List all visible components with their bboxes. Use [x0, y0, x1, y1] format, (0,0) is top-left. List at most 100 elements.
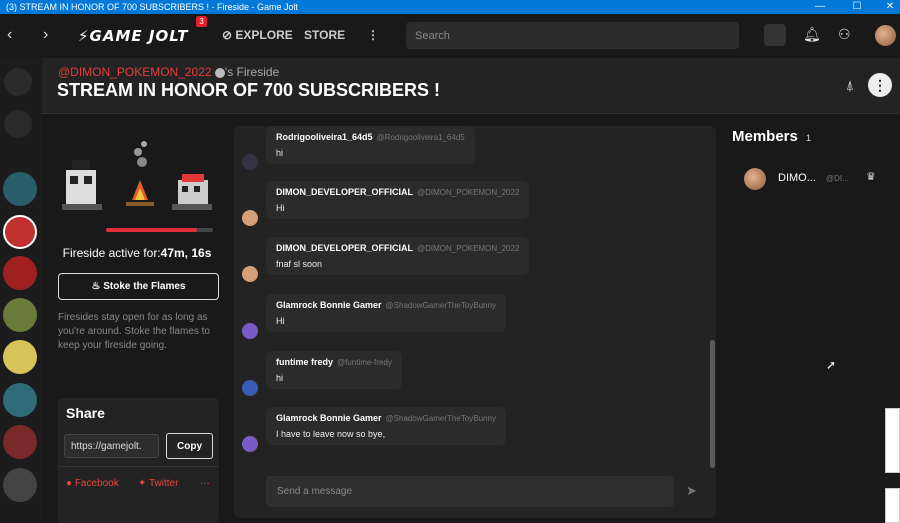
- chat-scrollbar[interactable]: [710, 340, 715, 468]
- share-more-icon[interactable]: ···: [200, 478, 210, 489]
- send-icon[interactable]: ➤: [686, 483, 697, 499]
- message-avatar[interactable]: [242, 154, 258, 170]
- explore-link[interactable]: ⊘ EXPLORE: [222, 28, 293, 42]
- message-author[interactable]: DIMON_DEVELOPER_OFFICIAL: [276, 243, 413, 253]
- message-input[interactable]: [266, 476, 674, 507]
- rail-community-icon[interactable]: [3, 340, 37, 374]
- back-icon[interactable]: ‹: [7, 26, 12, 44]
- message-author[interactable]: funtime fredy: [276, 357, 333, 367]
- members-panel: Members 1 DIMO... @DI... ♛: [716, 114, 900, 523]
- forward-icon[interactable]: ›: [43, 26, 48, 44]
- chat-message: funtime fredy @funtime-fredy hi: [266, 351, 402, 389]
- bell-icon[interactable]: 🔔︎: [803, 26, 821, 43]
- message-avatar[interactable]: [242, 436, 258, 452]
- chat-message: DIMON_DEVELOPER_OFFICIAL @DIMON_POKEMON_2…: [266, 237, 530, 275]
- rail-community-icon[interactable]: [3, 425, 37, 459]
- fireside-note: Firesides stay open for as long as you'r…: [58, 312, 210, 351]
- chat-message: DIMON_DEVELOPER_OFFICIAL @DIMON_POKEMON_2…: [266, 181, 530, 219]
- rail-library-icon[interactable]: [4, 110, 32, 138]
- facebook-icon: ●: [66, 478, 75, 489]
- message-handle: @ShadowGamerTheToyBunny: [385, 414, 496, 423]
- rail-community-icon[interactable]: [3, 172, 37, 206]
- message-avatar[interactable]: [242, 266, 258, 282]
- message-handle: @ShadowGamerTheToyBunny: [385, 301, 496, 310]
- maximize-button[interactable]: ☐: [847, 0, 867, 14]
- store-link[interactable]: STORE: [304, 28, 345, 42]
- message-author[interactable]: Glamrock Bonnie Gamer: [276, 300, 382, 310]
- message-header: Glamrock Bonnie Gamer @ShadowGamerTheToyB…: [276, 300, 496, 310]
- rail-community-icon[interactable]: [3, 215, 37, 249]
- message-text: fnaf sl soon: [276, 259, 323, 269]
- member-handle: @DI...: [826, 174, 849, 183]
- member-name[interactable]: DIMO...: [778, 172, 816, 184]
- compass-icon: ⊘: [222, 28, 236, 42]
- member-avatar[interactable]: [744, 168, 766, 190]
- message-header: DIMON_DEVELOPER_OFFICIAL @DIMON_POKEMON_2…: [276, 243, 519, 253]
- share-links: ● Facebook ✦ Twitter ···: [58, 466, 219, 500]
- rail-community-icon[interactable]: [3, 383, 37, 417]
- owner-suffix: 's Fireside: [224, 65, 280, 79]
- facebook-label: Facebook: [74, 478, 119, 489]
- fireside-owner: @DIMON_POKEMON_2022 's Fireside: [58, 65, 279, 79]
- window-title: (3) STREAM IN HONOR OF 700 SUBSCRIBERS !…: [6, 2, 299, 12]
- message-header: funtime fredy @funtime-fredy: [276, 357, 392, 367]
- members-title: Members: [732, 128, 798, 145]
- left-rail: [0, 58, 42, 523]
- rail-community-icon[interactable]: [3, 298, 37, 332]
- fireside-progress-fill: [106, 228, 197, 232]
- message-text: Hi: [276, 316, 285, 326]
- gamejolt-logo[interactable]: ⚡GAME JOLT: [78, 27, 189, 45]
- flame-icon: ♨: [91, 281, 104, 292]
- twitter-link[interactable]: ✦ Twitter: [138, 478, 178, 489]
- close-button[interactable]: ✕: [880, 0, 900, 14]
- user-avatar[interactable]: [875, 25, 896, 46]
- chat-message-list: Rodrigooliveira1_64d5 @Rodrigooliveira1_6…: [234, 126, 716, 463]
- chat-message: Glamrock Bonnie Gamer @ShadowGamerTheToyB…: [266, 294, 506, 332]
- stoke-label: Stoke the Flames: [103, 281, 186, 292]
- message-text: hi: [276, 373, 284, 383]
- message-header: DIMON_DEVELOPER_OFFICIAL @DIMON_POKEMON_2…: [276, 187, 519, 197]
- stoke-flames-button[interactable]: ♨ Stoke the Flames: [58, 273, 219, 300]
- rail-community-icon[interactable]: [3, 468, 37, 502]
- options-menu-icon[interactable]: ⋮: [868, 73, 892, 97]
- message-handle: @funtime-fredy: [337, 358, 392, 367]
- facebook-link[interactable]: ● Facebook: [66, 478, 119, 489]
- twitter-icon: ✦: [138, 478, 149, 489]
- popup-edge: [885, 408, 900, 473]
- minimize-button[interactable]: —: [810, 0, 830, 14]
- message-avatar[interactable]: [242, 210, 258, 226]
- message-header: Glamrock Bonnie Gamer @ShadowGamerTheToyB…: [276, 413, 496, 423]
- active-time: 47m, 16s: [160, 246, 212, 260]
- more-menu-icon[interactable]: ⋮: [367, 28, 379, 42]
- broadcast-icon[interactable]: ⍋: [838, 73, 862, 97]
- owner-avatar: [214, 67, 225, 78]
- message-handle: @DIMON_POKEMON_2022: [417, 188, 520, 197]
- message-author[interactable]: DIMON_DEVELOPER_OFFICIAL: [276, 187, 413, 197]
- search-input[interactable]: [406, 22, 739, 49]
- share-panel: Share Copy ● Facebook ✦ Twitter ···: [58, 398, 219, 523]
- mouse-cursor-icon: ➚: [826, 358, 837, 372]
- rail-community-icon[interactable]: [3, 256, 37, 290]
- rail-home-icon[interactable]: [4, 68, 32, 96]
- message-author[interactable]: Rodrigooliveira1_64d5: [276, 132, 373, 142]
- explore-label: EXPLORE: [235, 28, 293, 42]
- fireside-illustration: [62, 141, 212, 210]
- message-author[interactable]: Glamrock Bonnie Gamer: [276, 413, 382, 423]
- friends-icon[interactable]: ⚇: [838, 26, 851, 43]
- share-title: Share: [66, 405, 105, 421]
- chat-message: Rodrigooliveira1_64d5 @Rodrigooliveira1_6…: [266, 126, 475, 164]
- fireside-header: @DIMON_POKEMON_2022 's Fireside STREAM I…: [42, 58, 900, 114]
- message-avatar[interactable]: [242, 323, 258, 339]
- popup-edge: [885, 488, 900, 523]
- owner-link[interactable]: @DIMON_POKEMON_2022: [58, 65, 212, 79]
- share-url-field[interactable]: [64, 434, 159, 458]
- logo-text: GAME JOLT: [89, 27, 189, 45]
- crown-icon: ♛: [866, 171, 876, 183]
- message-avatar[interactable]: [242, 380, 258, 396]
- members-count: 1: [806, 133, 812, 143]
- message-text: Hi: [276, 203, 285, 213]
- message-header: Rodrigooliveira1_64d5 @Rodrigooliveira1_6…: [276, 132, 465, 142]
- copy-button[interactable]: Copy: [166, 433, 213, 459]
- fireside-progress-bar: [106, 228, 213, 232]
- quest-icon[interactable]: [764, 24, 786, 46]
